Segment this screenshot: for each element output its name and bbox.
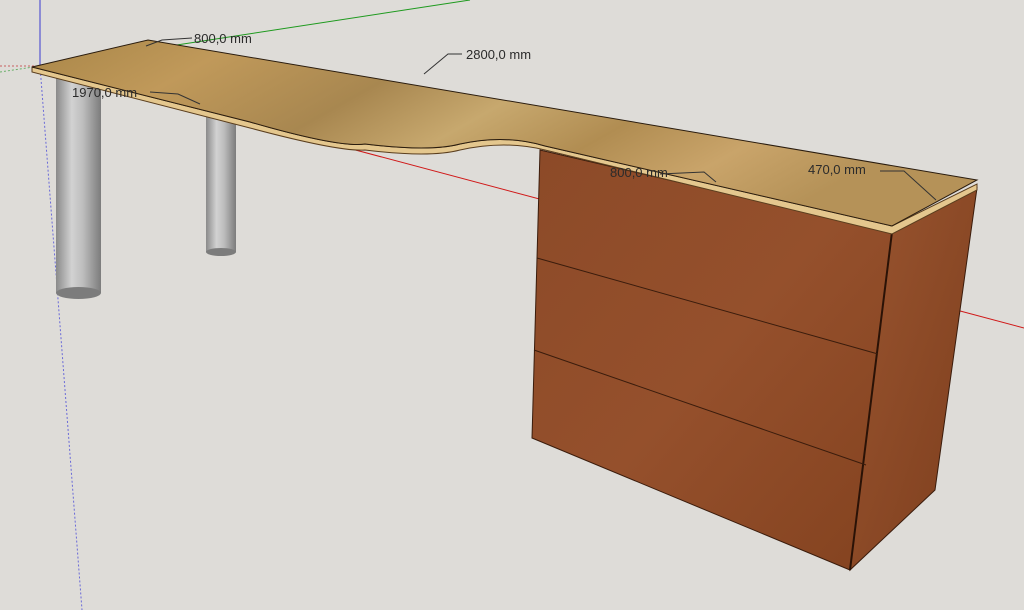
desktop-surface (31, 39, 979, 227)
model-scene (0, 0, 1024, 610)
desktop-top[interactable] (31, 39, 979, 235)
table-leg-back[interactable] (206, 110, 236, 256)
dimension-left-span-label[interactable]: 1970,0 mm (72, 86, 137, 99)
dimension-length-label[interactable]: 2800,0 mm (466, 48, 531, 61)
table-leg-front[interactable] (56, 78, 101, 299)
sketchup-3d-viewport[interactable]: 800,0 mm 2800,0 mm 1970,0 mm 800,0 mm 47… (0, 0, 1024, 610)
dimension-depth-label[interactable]: 800,0 mm (194, 32, 252, 45)
dimension-cabinet-width-label[interactable]: 800,0 mm (610, 166, 668, 179)
dimension-cabinet-depth-label[interactable]: 470,0 mm (808, 163, 866, 176)
